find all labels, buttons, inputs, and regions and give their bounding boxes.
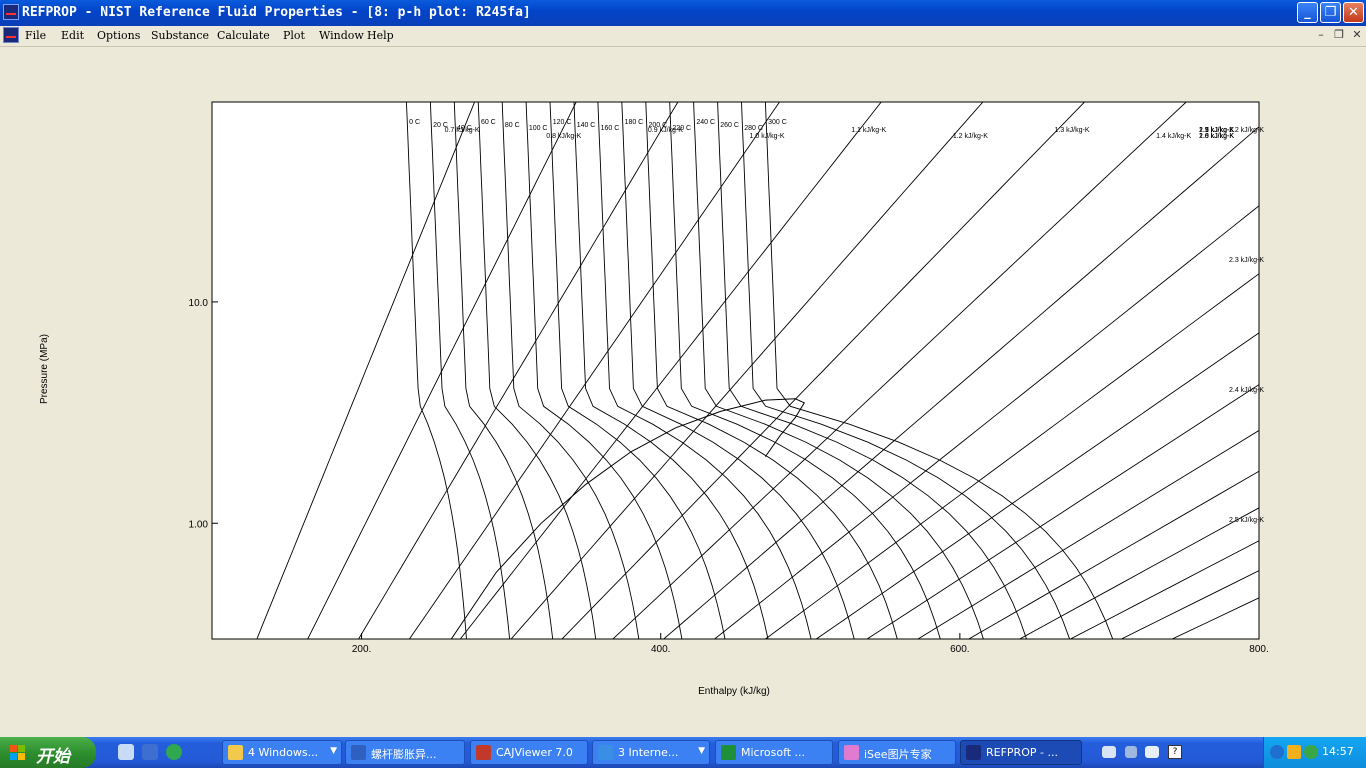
security-shield-icon[interactable] <box>1304 745 1318 759</box>
menu-window[interactable]: Window <box>319 29 364 42</box>
mdi-minimize-button[interactable]: – <box>1314 28 1328 42</box>
taskbar-button[interactable]: 3 Interne... ▼ <box>592 740 710 765</box>
ime-icon[interactable] <box>1145 746 1159 758</box>
menu-help[interactable]: Help <box>367 29 394 42</box>
window-title: REFPROP - NIST Reference Fluid Propertie… <box>22 5 531 20</box>
x-tick-label: 800. <box>1249 644 1268 655</box>
close-icon: ✕ <box>1348 5 1359 20</box>
tray-app-icon[interactable] <box>1287 745 1301 759</box>
isentrope-label: 1.4 kJ/kg-K <box>1156 133 1191 140</box>
taskbar-button[interactable]: REFPROP - ... <box>960 740 1082 765</box>
isotherm-label: 180 C <box>625 119 644 126</box>
restore-icon: ❐ <box>1324 5 1337 20</box>
ph-chart[interactable]: 200. 400. 600. 800.1.0010.0 0 C 20 C 40 C60 C… <box>0 47 1366 737</box>
isentrope-label: 1.0 kJ/kg-K <box>750 133 785 140</box>
task-label: 3 Interne... <box>618 746 679 759</box>
isotherm-label: 80 C <box>505 122 520 129</box>
isotherm-label: 120 C <box>553 119 572 126</box>
menu-file[interactable]: File <box>25 29 46 42</box>
menu-bar: File Edit Options Substance Calculate Pl… <box>0 26 1366 47</box>
task-app-icon <box>966 745 981 760</box>
isotherm-label: 240 C <box>696 119 715 126</box>
x-tick-label: 600. <box>950 644 969 655</box>
isotherm-label: 100 C <box>529 125 548 132</box>
mdi-close-button[interactable]: ✕ <box>1350 28 1364 42</box>
isentrope-label: 2.4 kJ/kg-K <box>1229 387 1264 394</box>
task-label: 4 Windows... <box>248 746 319 759</box>
isotherm-label: 60 C <box>481 119 496 126</box>
menu-plot[interactable]: Plot <box>283 29 305 42</box>
task-app-icon <box>598 745 613 760</box>
group-arrow-icon: ▼ <box>330 746 337 756</box>
tray-expand-icon[interactable] <box>1270 745 1284 759</box>
minimize-button[interactable]: _ <box>1297 2 1318 23</box>
help-indicator-icon[interactable]: ? <box>1168 745 1182 759</box>
isotherm-label: 260 C <box>720 122 739 129</box>
task-label: Microsoft ... <box>741 746 806 759</box>
y-axis-label: Pressure (MPa) <box>39 334 50 404</box>
isentrope-label: 2.3 kJ/kg-K <box>1229 257 1264 264</box>
plot-area <box>211 101 1260 640</box>
restore-button[interactable]: ❐ <box>1320 2 1341 23</box>
isentrope-label: 2.0 kJ/kg-K <box>1199 133 1234 140</box>
group-arrow-icon: ▼ <box>698 746 705 756</box>
system-tray: 14:57 <box>1263 737 1366 768</box>
isotherm-label: 0 C <box>409 119 420 126</box>
taskbar: 开始 4 Windows... ▼ 螺杆膨胀异... CAJViewer 7.0 3 I… <box>0 737 1366 768</box>
windows-logo-icon <box>10 745 26 761</box>
y-tick-label: 10.0 <box>189 298 209 309</box>
title-bar: REFPROP - NIST Reference Fluid Propertie… <box>0 0 1366 26</box>
menu-substance[interactable]: Substance <box>151 29 209 42</box>
keyboard-icon[interactable] <box>1102 746 1116 758</box>
isotherm-label: 300 C <box>768 119 787 126</box>
task-label: REFPROP - ... <box>986 746 1058 759</box>
taskbar-button[interactable]: Microsoft ... <box>715 740 833 765</box>
task-app-icon <box>351 745 366 760</box>
start-label: 开始 <box>36 747 70 767</box>
mdi-restore-button[interactable]: ❐ <box>1332 28 1346 42</box>
x-tick-label: 200. <box>352 644 371 655</box>
document-icon[interactable] <box>3 27 19 43</box>
menu-calculate[interactable]: Calculate <box>217 29 270 42</box>
clock: 14:57 <box>1322 745 1354 758</box>
ie-quicklaunch-icon[interactable] <box>118 744 134 760</box>
taskbar-button[interactable]: CAJViewer 7.0 <box>470 740 588 765</box>
isotherm-label: 280 C <box>744 125 763 132</box>
isentrope-label: 1.1 kJ/kg-K <box>851 127 886 134</box>
task-app-icon <box>476 745 491 760</box>
task-app-icon <box>721 745 736 760</box>
menu-options[interactable]: Options <box>97 29 140 42</box>
isotherm-label: 160 C <box>601 125 620 132</box>
browser-quicklaunch-icon[interactable] <box>166 744 182 760</box>
close-button[interactable]: ✕ <box>1343 2 1364 23</box>
minimize-icon: _ <box>1304 5 1311 20</box>
isentrope-label: 2.5 kJ/kg-K <box>1229 517 1264 524</box>
start-button[interactable]: 开始 <box>0 737 96 768</box>
taskbar-button[interactable]: 4 Windows... ▼ <box>222 740 342 765</box>
menu-edit[interactable]: Edit <box>61 29 84 42</box>
taskbar-button[interactable]: iSee图片专家 <box>838 740 956 765</box>
task-app-icon <box>228 745 243 760</box>
x-tick-label: 400. <box>651 644 670 655</box>
task-label: 螺杆膨胀异... <box>371 748 437 761</box>
isentrope-label: 0.7 kJ/kg-K <box>445 127 480 134</box>
desktop-quicklaunch-icon[interactable] <box>142 744 158 760</box>
refprop-app-icon[interactable] <box>3 4 19 20</box>
taskbar-button[interactable]: 螺杆膨胀异... <box>345 740 465 765</box>
pen-icon[interactable] <box>1125 746 1137 758</box>
isotherm-label: 140 C <box>577 122 596 129</box>
isentrope-label: 2.2 kJ/kg-K <box>1229 127 1264 134</box>
isentrope-label: 0.8 kJ/kg-K <box>546 133 581 140</box>
plot-window: 200. 400. 600. 800. 1.00 10.0 0 C 20 C 40 C 60 C… <box>0 47 1366 737</box>
isentrope-label: 1.3 kJ/kg-K <box>1055 127 1090 134</box>
task-app-icon <box>844 745 859 760</box>
isentrope-label: 1.2 kJ/kg-K <box>953 133 988 140</box>
task-label: iSee图片专家 <box>864 748 932 761</box>
x-axis-label: Enthalpy (kJ/kg) <box>698 686 770 697</box>
y-tick-label: 1.00 <box>189 519 209 530</box>
task-label: CAJViewer 7.0 <box>496 746 573 759</box>
isentrope-label: 0.9 kJ/kg-K <box>648 127 683 134</box>
